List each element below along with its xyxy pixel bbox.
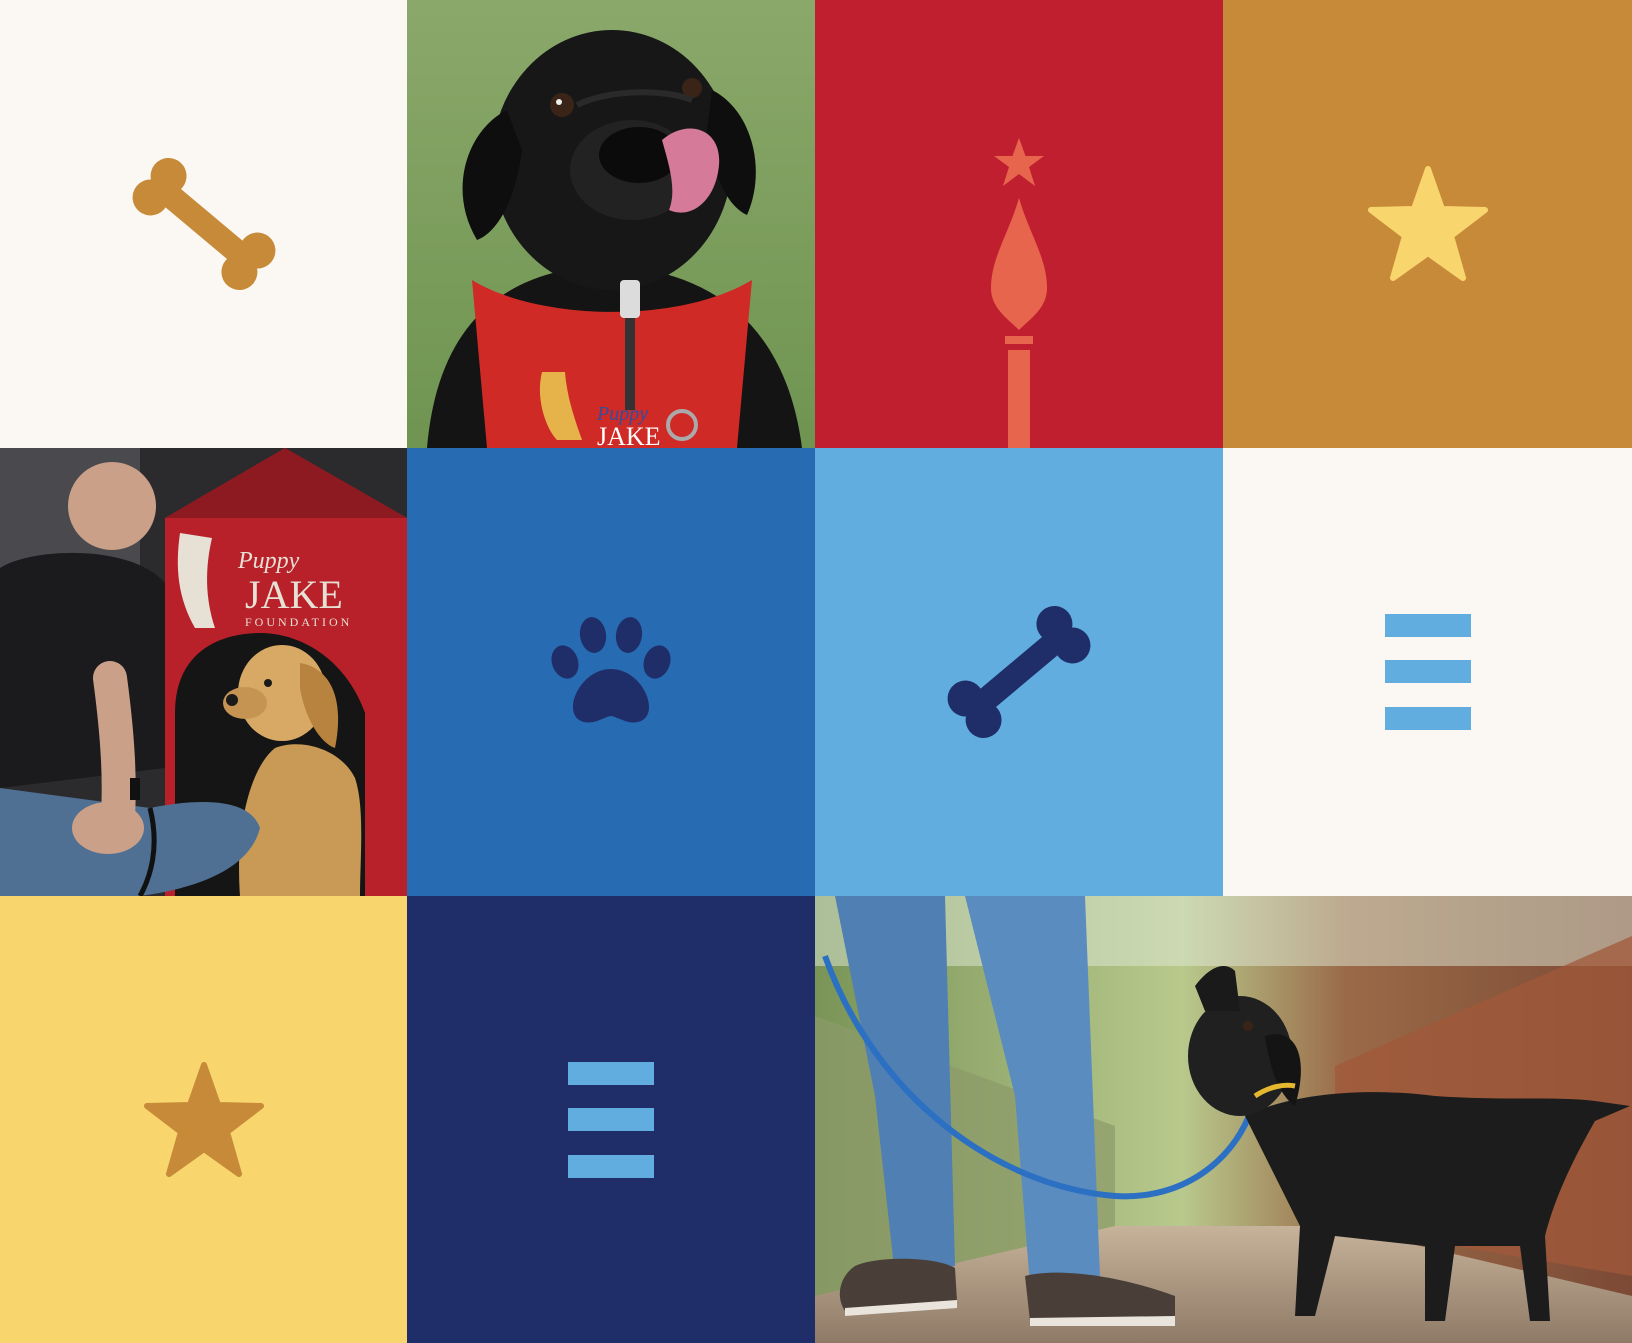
- doghouse-sign-script: Puppy: [237, 548, 300, 574]
- photo-black-lab-bandana: Puppy JAKE: [407, 0, 815, 448]
- three-stripes-icon: [568, 1061, 654, 1178]
- bandana-logo-name: JAKE: [597, 422, 661, 448]
- bone-icon: [132, 157, 275, 291]
- star-icon: [143, 1061, 264, 1177]
- doghouse-sign-subtitle: FOUNDATION: [245, 615, 352, 629]
- doghouse-sign-name: JAKE: [245, 572, 343, 617]
- torch-icon: [991, 138, 1047, 448]
- tile-paw-blue: [407, 448, 815, 896]
- bone-icon: [947, 605, 1091, 739]
- tile-star-gold: [1223, 0, 1632, 448]
- tile-torch-red: [815, 0, 1223, 448]
- brand-pattern-grid: Puppy JAKE Puppy JAKE FOUNDATION: [0, 0, 1632, 1343]
- tile-bone-cream: [0, 0, 407, 448]
- photo-puppy-leash: [815, 896, 1632, 1343]
- tile-bone-light-blue: [815, 448, 1223, 896]
- tile-stripes-cream: [1223, 448, 1632, 896]
- paw-icon: [551, 617, 671, 723]
- star-icon: [1367, 166, 1488, 281]
- tile-stripes-navy: [407, 896, 815, 1343]
- photo-man-golden-retriever: Puppy JAKE FOUNDATION: [0, 448, 407, 896]
- three-stripes-icon: [1384, 614, 1471, 730]
- tile-star-yellow: [0, 896, 407, 1343]
